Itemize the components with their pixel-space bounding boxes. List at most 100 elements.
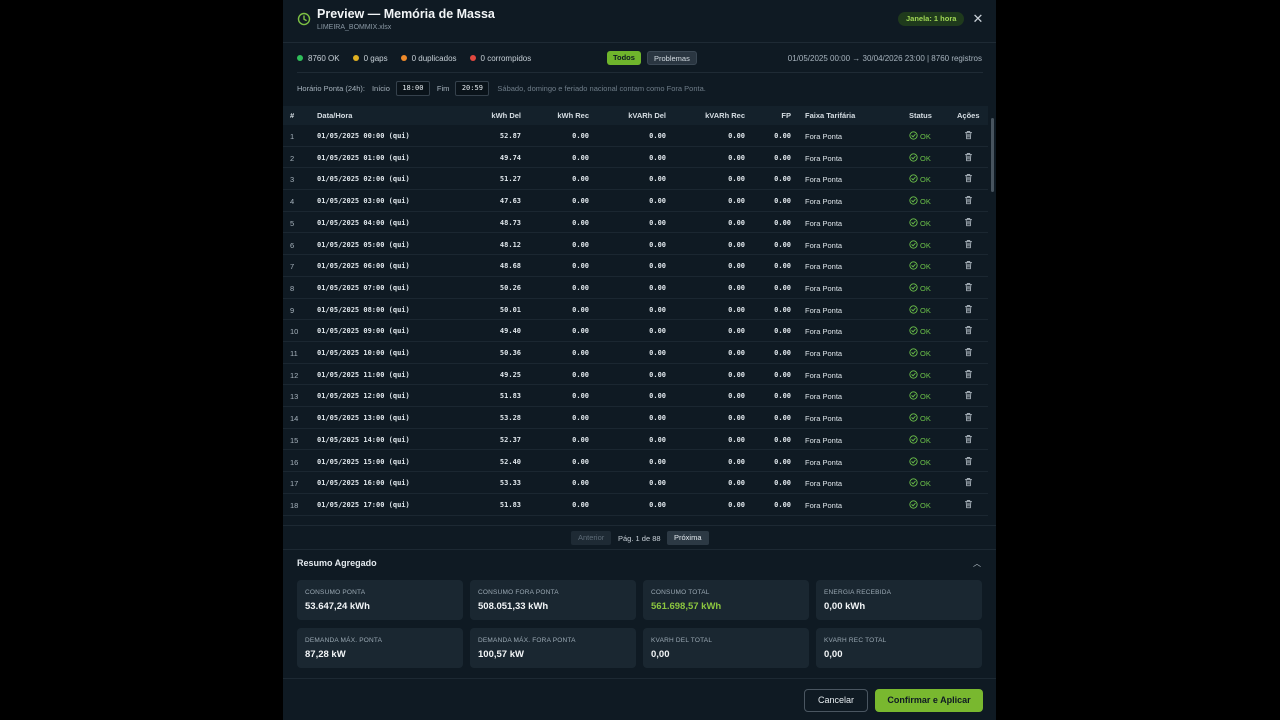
trash-icon[interactable] [964, 217, 973, 229]
cell-kwh-rec: 0.00 [572, 370, 589, 379]
scrollbar-thumb[interactable] [991, 118, 994, 192]
cell-index: 2 [290, 153, 295, 163]
summary-card-value: 0,00 [651, 649, 670, 660]
cell-kvarh-rec: 0.00 [728, 262, 745, 271]
summary-card: DEMANDA MÁX. PONTA 87,28 kW [297, 628, 463, 668]
trash-icon[interactable] [964, 152, 973, 164]
close-icon[interactable]: ✕ [971, 12, 985, 26]
cell-faixa: Fora Ponta [805, 500, 843, 510]
cell-kwh-del: 47.63 [499, 197, 521, 206]
trash-icon[interactable] [964, 304, 973, 316]
cell-faixa: Fora Ponta [805, 370, 843, 380]
status-badge: OK [909, 174, 931, 184]
peak-note: Sábado, domingo e feriado nacional conta… [497, 84, 706, 93]
col-datetime: Data/Hora [317, 111, 353, 120]
check-circle-icon [909, 348, 920, 358]
stats-bar: 8760 OK 0 gaps 0 duplicados 0 corrompido… [297, 50, 544, 66]
peak-end-input[interactable]: 20:59 [455, 81, 490, 96]
cell-kvarh-del: 0.00 [649, 153, 666, 162]
cell-kwh-rec: 0.00 [572, 262, 589, 271]
cell-kvarh-rec: 0.00 [728, 283, 745, 292]
clock-icon [297, 12, 311, 26]
status-label: OK [920, 175, 931, 185]
check-circle-icon [909, 218, 920, 228]
summary-card-value: 561.698,57 kWh [651, 601, 722, 612]
cell-datetime: 01/05/2025 03:00 (qui) [317, 197, 410, 206]
trash-icon[interactable] [964, 347, 973, 359]
cell-faixa: Fora Ponta [805, 349, 843, 358]
col-kvarh-del: kVARh Del [628, 111, 666, 120]
trash-icon[interactable] [964, 325, 973, 337]
cell-fp: 0.00 [774, 370, 791, 379]
cell-kvarh-rec: 0.00 [728, 240, 745, 249]
status-badge: OK [909, 239, 931, 250]
cell-kwh-del: 52.37 [499, 435, 521, 444]
cell-faixa: Fora Ponta [805, 392, 843, 402]
trash-icon[interactable] [964, 173, 973, 185]
cell-kvarh-del: 0.00 [649, 262, 666, 271]
summary-card-label: DEMANDA MÁX. PONTA [305, 637, 383, 644]
cell-kwh-rec: 0.00 [572, 153, 589, 162]
cell-faixa: Fora Ponta [805, 175, 843, 185]
cell-index: 7 [290, 262, 295, 272]
check-circle-icon [909, 131, 920, 141]
trash-icon[interactable] [964, 130, 973, 142]
table-row: 13 01/05/2025 12:00 (qui) 51.83 0.00 0.00 0.0… [283, 385, 988, 408]
cell-kvarh-del: 0.00 [649, 392, 666, 401]
cell-faixa: Fora Ponta [805, 305, 843, 315]
cell-kwh-rec: 0.00 [572, 457, 589, 466]
cell-kvarh-del: 0.00 [649, 175, 666, 184]
filter-problems-button[interactable]: Problemas [647, 51, 697, 65]
chevron-up-icon[interactable]: ︿ [973, 558, 981, 569]
check-circle-icon [909, 456, 920, 467]
trash-icon[interactable] [964, 390, 973, 402]
trash-icon[interactable] [964, 499, 973, 511]
cell-datetime: 01/05/2025 08:00 (qui) [317, 305, 410, 314]
cell-kwh-rec: 0.00 [572, 175, 589, 184]
trash-icon[interactable] [964, 369, 973, 381]
confirm-apply-button[interactable]: Confirmar e Aplicar [875, 689, 983, 712]
status-badge: OK [909, 196, 931, 206]
summary-card-label: ENERGIA RECEBIDA [824, 589, 892, 596]
status-badge: OK [909, 435, 931, 445]
cell-datetime: 01/05/2025 14:00 (qui) [317, 435, 410, 444]
summary-card-value: 87,28 kW [305, 649, 346, 660]
stat-gaps-label: 0 gaps [363, 53, 388, 63]
prev-page-button[interactable]: Anterior [571, 531, 612, 545]
cancel-button[interactable]: Cancelar [804, 689, 868, 712]
cell-kwh-del: 50.36 [499, 349, 521, 357]
cell-datetime: 01/05/2025 09:00 (qui) [317, 327, 410, 336]
status-label: OK [920, 283, 931, 293]
cell-fp: 0.00 [774, 197, 791, 206]
col-faixa: Faixa Tarifária [805, 111, 856, 120]
trash-icon[interactable] [964, 434, 973, 446]
trash-icon[interactable] [964, 282, 973, 294]
peak-start-label: Início [371, 84, 390, 93]
trash-icon[interactable] [964, 412, 973, 424]
cell-datetime: 01/05/2025 13:00 (qui) [317, 414, 410, 423]
trash-icon[interactable] [964, 195, 973, 207]
cell-index: 14 [290, 414, 299, 424]
peak-start-input[interactable]: 18:00 [395, 81, 430, 96]
check-circle-icon [909, 391, 920, 401]
next-page-button[interactable]: Próxima [667, 531, 709, 545]
cell-datetime: 01/05/2025 02:00 (qui) [317, 175, 410, 184]
filter-all-button[interactable]: Todos [607, 51, 641, 65]
cell-faixa: Fora Ponta [805, 479, 843, 489]
status-badge: OK [909, 283, 931, 293]
cell-kwh-del: 48.12 [499, 240, 521, 249]
trash-icon[interactable] [964, 260, 973, 272]
cell-kvarh-rec: 0.00 [728, 218, 745, 227]
cell-datetime: 01/05/2025 17:00 (qui) [317, 500, 410, 509]
trash-icon[interactable] [964, 239, 973, 251]
trash-icon[interactable] [964, 477, 973, 489]
cell-kvarh-del: 0.00 [649, 435, 666, 444]
cell-datetime: 01/05/2025 12:00 (qui) [317, 392, 410, 401]
cell-fp: 0.00 [774, 283, 791, 292]
table-row: 6 01/05/2025 05:00 (qui) 48.12 0.00 0.00 0.00… [283, 234, 988, 256]
trash-icon[interactable] [964, 456, 973, 468]
cell-kvarh-rec: 0.00 [728, 414, 745, 423]
cell-index: 1 [290, 132, 295, 141]
cell-kvarh-rec: 0.00 [728, 370, 745, 379]
summary-card-value: 53.647,24 kWh [305, 601, 370, 612]
